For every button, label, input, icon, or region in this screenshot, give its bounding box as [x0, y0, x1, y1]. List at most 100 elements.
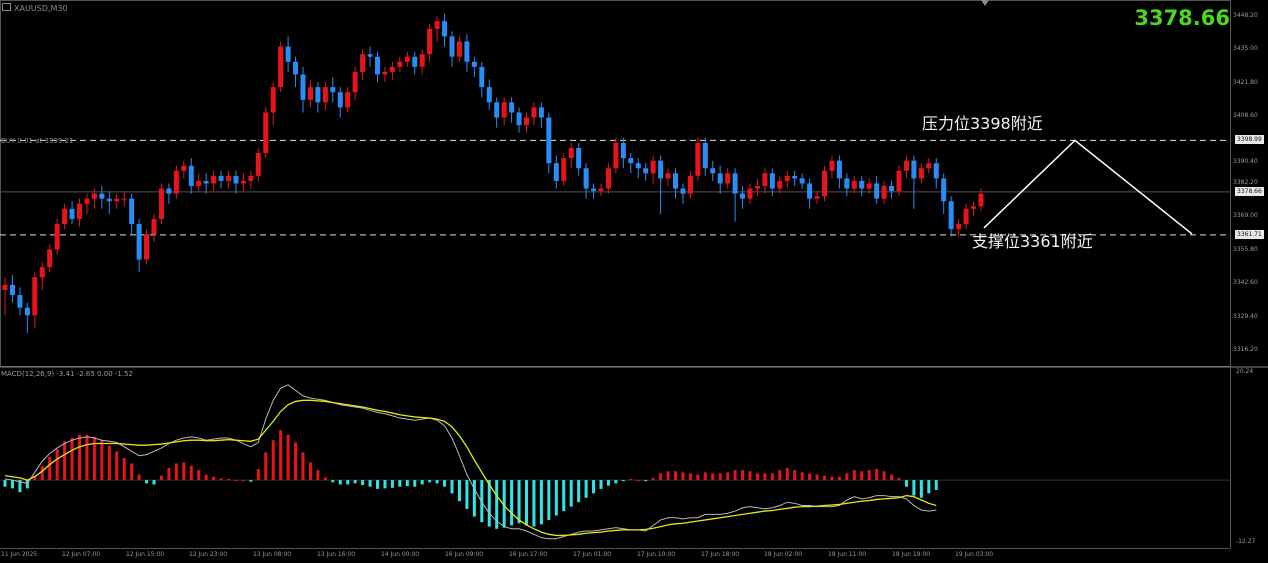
macd-bar — [614, 480, 618, 484]
candle-body — [69, 208, 75, 219]
macd-bar — [10, 480, 14, 489]
candle-body — [464, 41, 470, 62]
time-tick: 14 Jun 00:00 — [381, 551, 420, 558]
macd-bar — [286, 434, 290, 481]
time-tick: 17 Jun 18:00 — [701, 551, 740, 558]
candle-body — [673, 173, 678, 189]
candle-body — [166, 188, 172, 194]
candle-body — [486, 87, 492, 103]
candle-body — [84, 198, 90, 204]
candle-body — [598, 188, 604, 192]
macd-bar — [554, 480, 558, 516]
macd-bar — [934, 480, 938, 491]
macd-bar — [390, 480, 394, 488]
candle-body — [375, 56, 380, 75]
time-tick: 12 Jun 23:00 — [189, 551, 228, 558]
candle-body — [501, 102, 507, 118]
macd-bar — [301, 452, 305, 481]
candle-body — [605, 168, 611, 189]
candle-body — [471, 61, 477, 67]
price-tag-current: 3378.66 — [1235, 186, 1264, 196]
candle-body — [531, 107, 537, 118]
candle-body — [412, 56, 418, 67]
triangle-down-icon[interactable] — [981, 0, 989, 6]
macd-bar — [800, 472, 804, 481]
candle-body — [188, 165, 194, 186]
candle-body — [710, 168, 716, 174]
macd-bar — [152, 480, 156, 485]
candle-body — [628, 158, 634, 164]
candle-body — [807, 183, 813, 199]
macd-bar — [592, 480, 596, 494]
macd-bar — [718, 473, 722, 481]
candle-body — [680, 188, 686, 194]
candle-body — [196, 180, 202, 186]
macd-bar — [919, 480, 923, 498]
macd-bar — [346, 480, 350, 485]
macd-bar — [182, 462, 186, 481]
candle-body — [322, 87, 328, 103]
macd-tick-bottom: -12.27 — [1236, 538, 1256, 545]
macd-bar — [40, 466, 44, 481]
candle-body — [546, 117, 552, 164]
candle-body — [248, 175, 254, 181]
candle-body — [136, 224, 142, 260]
chart-window-icon — [2, 3, 11, 11]
candle-body — [635, 163, 641, 169]
candle-body — [516, 112, 522, 126]
candle-body — [740, 193, 746, 199]
macd-bar — [674, 471, 677, 481]
candle-body — [591, 188, 597, 192]
macd-bar — [234, 480, 238, 482]
candle-body — [829, 160, 835, 171]
macd-bar — [189, 465, 193, 481]
macd-bar — [167, 467, 171, 481]
macd-bar — [696, 474, 700, 481]
candle-body — [456, 41, 462, 57]
candle-body — [613, 142, 619, 169]
macd-bar — [584, 480, 588, 498]
candle-body — [255, 153, 261, 176]
macd-bar — [599, 480, 603, 489]
candle-body — [17, 295, 23, 308]
macd-bar — [890, 474, 894, 481]
macd-bar — [681, 472, 685, 481]
candle-body — [382, 71, 388, 75]
candle-body — [948, 201, 954, 230]
macd-bar — [353, 480, 357, 484]
macd-bar — [271, 440, 275, 481]
macd-bar — [174, 463, 178, 481]
macd-bar — [115, 451, 119, 481]
macd-bar — [852, 470, 856, 481]
candle-body — [658, 160, 664, 179]
candle-body — [39, 267, 45, 278]
candle-body — [449, 36, 455, 57]
macd-bar — [569, 480, 573, 507]
candle-body — [270, 87, 276, 113]
candle-body — [650, 160, 656, 174]
macd-bar — [70, 437, 74, 481]
symbol-label: XAUUSD,M30 — [0, 0, 120, 14]
macd-bar — [912, 480, 916, 496]
macd-bar — [830, 476, 834, 481]
candle-body — [121, 198, 127, 200]
time-tick: 17 Jun 10:00 — [637, 551, 676, 558]
macd-bar — [63, 441, 67, 481]
price-tick: 3408.60 — [1233, 112, 1258, 120]
macd-bar — [547, 480, 551, 520]
macd-bar — [659, 473, 663, 481]
chart-canvas[interactable] — [0, 0, 1268, 563]
time-tick: 16 Jun 09:00 — [445, 551, 484, 558]
candle-body — [345, 92, 351, 108]
candle-body — [583, 168, 589, 189]
macd-bar — [510, 480, 514, 526]
candle-body — [732, 173, 738, 194]
macd-bar — [539, 480, 543, 525]
candle-body — [971, 206, 976, 209]
candle-body — [427, 28, 433, 55]
macd-bar — [204, 474, 208, 481]
macd-bar — [815, 474, 819, 481]
macd-bar — [368, 480, 372, 487]
candle-body — [203, 180, 209, 184]
macd-bar — [78, 434, 81, 481]
